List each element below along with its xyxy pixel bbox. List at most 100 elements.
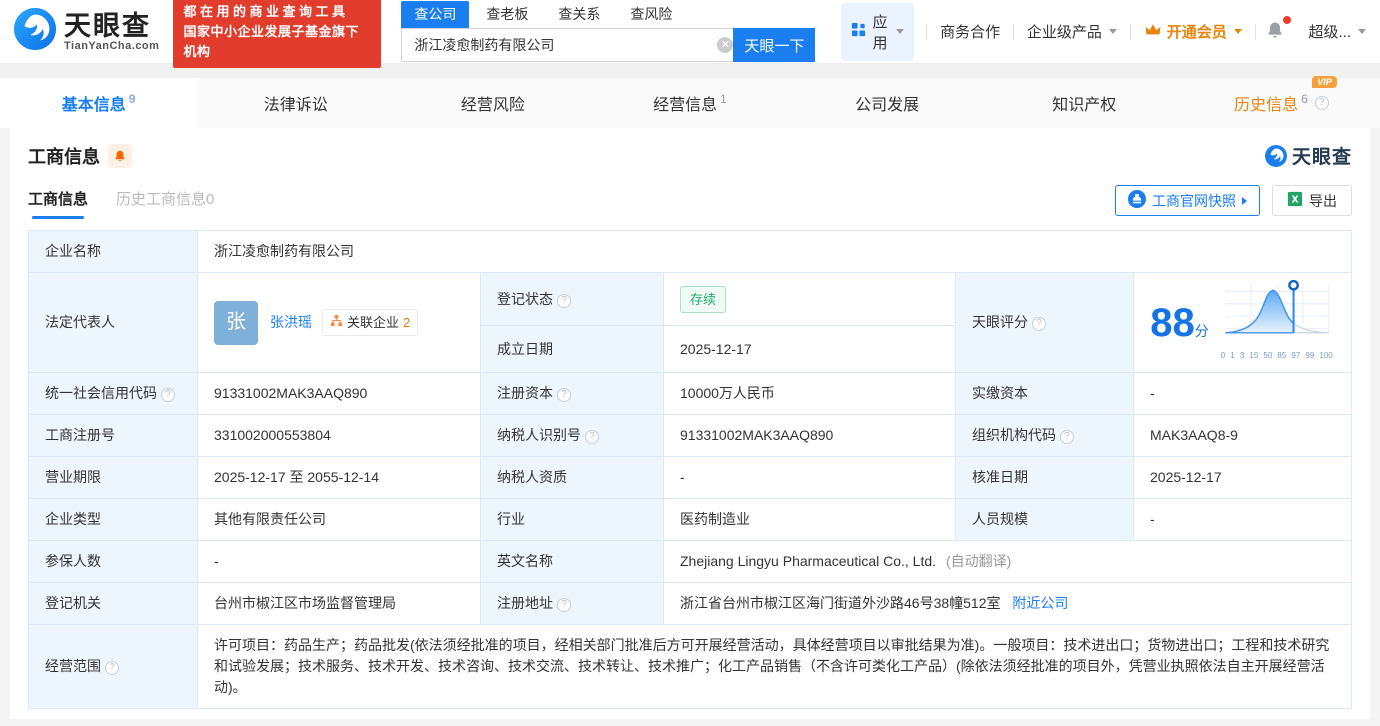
apps-menu[interactable]: 应用 bbox=[841, 3, 914, 61]
tianyancha-logo-icon bbox=[12, 6, 58, 57]
watermark-logo: 天眼查 bbox=[1264, 142, 1352, 169]
tab-history-info[interactable]: 历史信息 6 ? VIP bbox=[1183, 78, 1380, 128]
excel-icon bbox=[1287, 191, 1303, 210]
subscribe-bell-icon[interactable] bbox=[108, 144, 132, 168]
auto-translate-note: (自动翻译) bbox=[946, 553, 1011, 569]
enterprise-label: 企业级产品 bbox=[1027, 21, 1102, 42]
tab-label: 法律诉讼 bbox=[264, 91, 328, 115]
search-tab-company[interactable]: 查公司 bbox=[401, 1, 469, 28]
search-tab-boss[interactable]: 查老板 bbox=[473, 1, 541, 28]
paid-capital-label: 实缴资本 bbox=[956, 373, 1134, 415]
table-row: 企业名称 浙江凌愈制药有限公司 bbox=[29, 231, 1352, 273]
related-count: 2 bbox=[403, 312, 410, 333]
nav-cooperation[interactable]: 商务合作 bbox=[927, 21, 1013, 42]
tab-label: 公司发展 bbox=[855, 91, 919, 115]
related-label: 关联企业 bbox=[347, 312, 399, 333]
tab-operation-risk[interactable]: 经营风险 bbox=[394, 78, 591, 128]
legal-rep-cell: 张 张洪瑶 关联企业 2 bbox=[198, 273, 481, 373]
tab-company-development[interactable]: 公司发展 bbox=[789, 78, 986, 128]
company-name-value: 浙江凌愈制药有限公司 bbox=[198, 231, 1352, 273]
reg-address-value: 浙江省台州市椒江区海门街道外沙路46号38幢512室 附近公司 bbox=[664, 583, 1352, 625]
legal-rep-name-link[interactable]: 张洪瑶 bbox=[270, 312, 312, 333]
help-icon[interactable]: ? bbox=[557, 294, 571, 308]
business-scope-label: 经营范围? bbox=[29, 625, 198, 709]
notification-dot bbox=[1283, 16, 1291, 24]
search-box: 查公司 查老板 查关系 查风险 ✕ 天眼一下 bbox=[401, 1, 815, 62]
score-curve-chart: 01 315 5085 9799 100 bbox=[1219, 279, 1335, 366]
search-input[interactable] bbox=[401, 28, 741, 62]
table-row: 参保人数 - 英文名称 Zhejiang Lingyu Pharmaceutic… bbox=[29, 541, 1352, 583]
business-term-value: 2025-12-17 至 2055-12-14 bbox=[198, 457, 481, 499]
tab-count: 9 bbox=[129, 92, 136, 106]
help-icon[interactable]: ? bbox=[557, 598, 571, 612]
nearby-companies-link[interactable]: 附近公司 bbox=[1012, 595, 1068, 611]
tyc-score-label: 天眼评分? bbox=[956, 273, 1134, 373]
staff-size-value: - bbox=[1134, 499, 1352, 541]
slogan-banner: 都在用的商业查询工具 国家中小企业发展子基金旗下机构 bbox=[173, 0, 381, 68]
tab-basic-info[interactable]: 基本信息 9 bbox=[0, 78, 197, 128]
reg-capital-value: 10000万人民币 bbox=[664, 373, 956, 415]
score-pin-icon bbox=[1289, 281, 1297, 289]
export-button[interactable]: 导出 bbox=[1272, 185, 1352, 216]
section-title: 工商信息 bbox=[28, 143, 100, 169]
tab-legal-proceedings[interactable]: 法律诉讼 bbox=[197, 78, 394, 128]
business-scope-value: 许可项目：药品生产；药品批发(依法须经批准的项目，经相关部门批准后方可开展经营活… bbox=[198, 625, 1352, 709]
industry-value: 医药制造业 bbox=[664, 499, 956, 541]
apps-label: 应用 bbox=[872, 11, 888, 53]
help-icon[interactable]: ? bbox=[161, 388, 175, 402]
reg-number-value: 331002000553804 bbox=[198, 415, 481, 457]
subtab-business-info[interactable]: 工商信息 bbox=[28, 188, 88, 219]
stamp-icon bbox=[1128, 190, 1146, 211]
tab-intellectual-property[interactable]: 知识产权 bbox=[986, 78, 1183, 128]
approval-date-value: 2025-12-17 bbox=[1134, 457, 1352, 499]
reg-number-label: 工商注册号 bbox=[29, 415, 198, 457]
nav-enterprise-products[interactable]: 企业级产品 bbox=[1014, 21, 1130, 42]
related-companies-badge[interactable]: 关联企业 2 bbox=[322, 309, 418, 336]
registry-authority-label: 登记机关 bbox=[29, 583, 198, 625]
grid-icon bbox=[851, 22, 866, 41]
nav-super-vip[interactable]: 超级... bbox=[1295, 21, 1366, 42]
help-icon[interactable]: ? bbox=[1315, 96, 1329, 110]
tab-label: 历史信息 bbox=[1234, 91, 1298, 115]
credit-code-label: 统一社会信用代码? bbox=[29, 373, 198, 415]
help-icon[interactable]: ? bbox=[1032, 317, 1046, 331]
slogan-line2: 国家中小企业发展子基金旗下机构 bbox=[183, 22, 371, 62]
paid-capital-value: - bbox=[1134, 373, 1352, 415]
help-icon[interactable]: ? bbox=[585, 430, 599, 444]
tianyancha-logo[interactable]: 天眼查 TianYanCha.com bbox=[12, 6, 159, 57]
legal-rep-label: 法定代表人 bbox=[29, 273, 198, 373]
logo-en-text: TianYanCha.com bbox=[64, 40, 159, 52]
score-unit: 分 bbox=[1195, 323, 1209, 339]
search-tab-risk[interactable]: 查风险 bbox=[617, 1, 685, 28]
reg-status-label: 登记状态? bbox=[481, 273, 664, 326]
establish-date-value: 2025-12-17 bbox=[664, 326, 956, 373]
official-snapshot-button[interactable]: 工商官网快照 bbox=[1115, 185, 1260, 216]
table-row: 营业期限 2025-12-17 至 2055-12-14 纳税人资质 - 核准日… bbox=[29, 457, 1352, 499]
taxpayer-qualification-label: 纳税人资质 bbox=[481, 457, 664, 499]
crown-icon bbox=[1144, 23, 1162, 41]
table-row: 工商注册号 331002000553804 纳税人识别号? 91331002MA… bbox=[29, 415, 1352, 457]
company-type-value: 其他有限责任公司 bbox=[198, 499, 481, 541]
help-icon[interactable]: ? bbox=[557, 388, 571, 402]
status-badge: 存续 bbox=[680, 286, 726, 313]
nav-open-vip[interactable]: 开通会员 bbox=[1131, 21, 1255, 42]
company-name-label: 企业名称 bbox=[29, 231, 198, 273]
insured-count-value: - bbox=[198, 541, 481, 583]
avatar[interactable]: 张 bbox=[214, 301, 258, 345]
search-button[interactable]: 天眼一下 bbox=[733, 28, 815, 62]
score-axis-ticks: 01 315 5085 9799 100 bbox=[1219, 345, 1335, 366]
search-tab-relation[interactable]: 查关系 bbox=[545, 1, 613, 28]
help-icon[interactable]: ? bbox=[105, 661, 119, 675]
reg-address-label: 注册地址? bbox=[481, 583, 664, 625]
tab-label: 基本信息 bbox=[62, 91, 126, 115]
approval-date-label: 核准日期 bbox=[956, 457, 1134, 499]
notification-bell[interactable] bbox=[1255, 20, 1295, 44]
tab-operation-info[interactable]: 经营信息 1 bbox=[591, 78, 788, 128]
tab-count: 6 bbox=[1301, 92, 1308, 106]
arrow-right-icon bbox=[1242, 197, 1247, 205]
subtab-history-business-info[interactable]: 历史工商信息0 bbox=[116, 188, 214, 219]
help-icon[interactable]: ? bbox=[1060, 430, 1074, 444]
credit-code-value: 91331002MAK3AAQ890 bbox=[198, 373, 481, 415]
chevron-down-icon bbox=[896, 29, 904, 34]
cooperation-label: 商务合作 bbox=[940, 21, 1000, 42]
